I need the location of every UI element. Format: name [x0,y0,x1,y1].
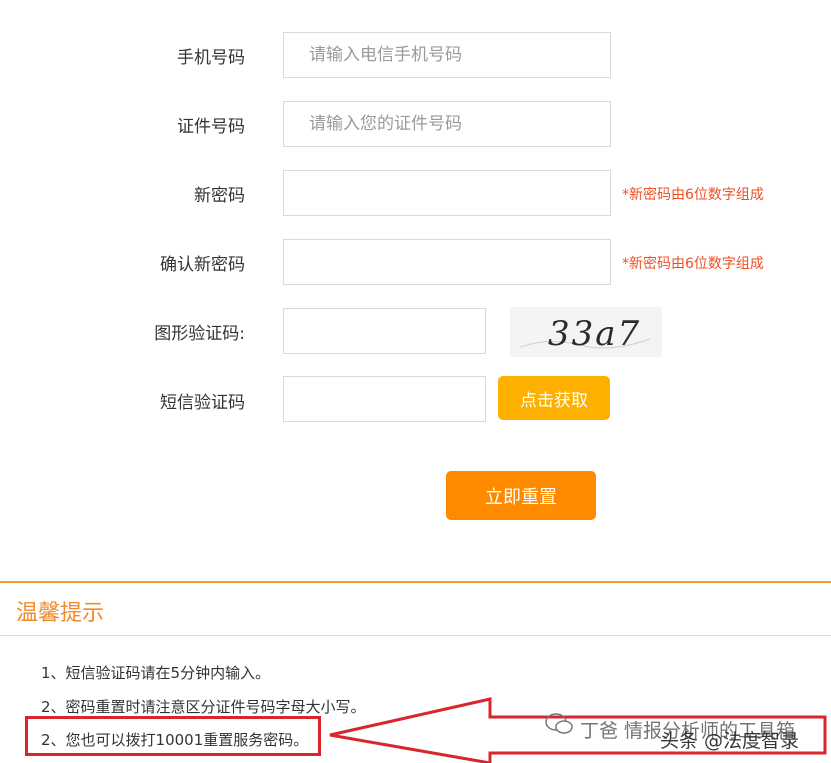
captcha-graphic: 33a7 [519,314,651,354]
new-password-input[interactable] [283,170,611,216]
captcha-image[interactable]: 33a7 [510,307,662,357]
id-number-input[interactable] [283,101,611,147]
phone-label: 手机号码 [177,48,245,68]
captcha-input[interactable] [283,308,486,354]
new-password-label: 新密码 [194,186,245,206]
tip-item: 1、短信验证码请在5分钟内输入。 [41,664,271,682]
id-number-label: 证件号码 [177,117,245,137]
get-sms-code-button[interactable]: 点击获取 [498,376,610,420]
phone-input[interactable] [283,32,611,78]
watermark-overlay: 头条 @法度智录 [660,730,800,752]
tips-title: 温馨提示 [16,601,105,626]
tips-top-divider [0,581,831,583]
confirm-password-label: 确认新密码 [160,255,245,275]
new-password-hint: *新密码由6位数字组成 [622,187,764,203]
captcha-label: 图形验证码: [154,324,245,344]
captcha-text: 33a7 [548,314,641,354]
tips-divider [0,635,831,636]
confirm-password-hint: *新密码由6位数字组成 [622,256,764,272]
sms-code-label: 短信验证码 [160,393,245,413]
sms-code-input[interactable] [283,376,486,422]
confirm-password-input[interactable] [283,239,611,285]
highlight-box [25,716,321,756]
tip-item: 2、密码重置时请注意区分证件号码字母大小写。 [41,698,366,716]
wechat-icon [545,713,573,734]
reset-now-button[interactable]: 立即重置 [446,471,596,520]
